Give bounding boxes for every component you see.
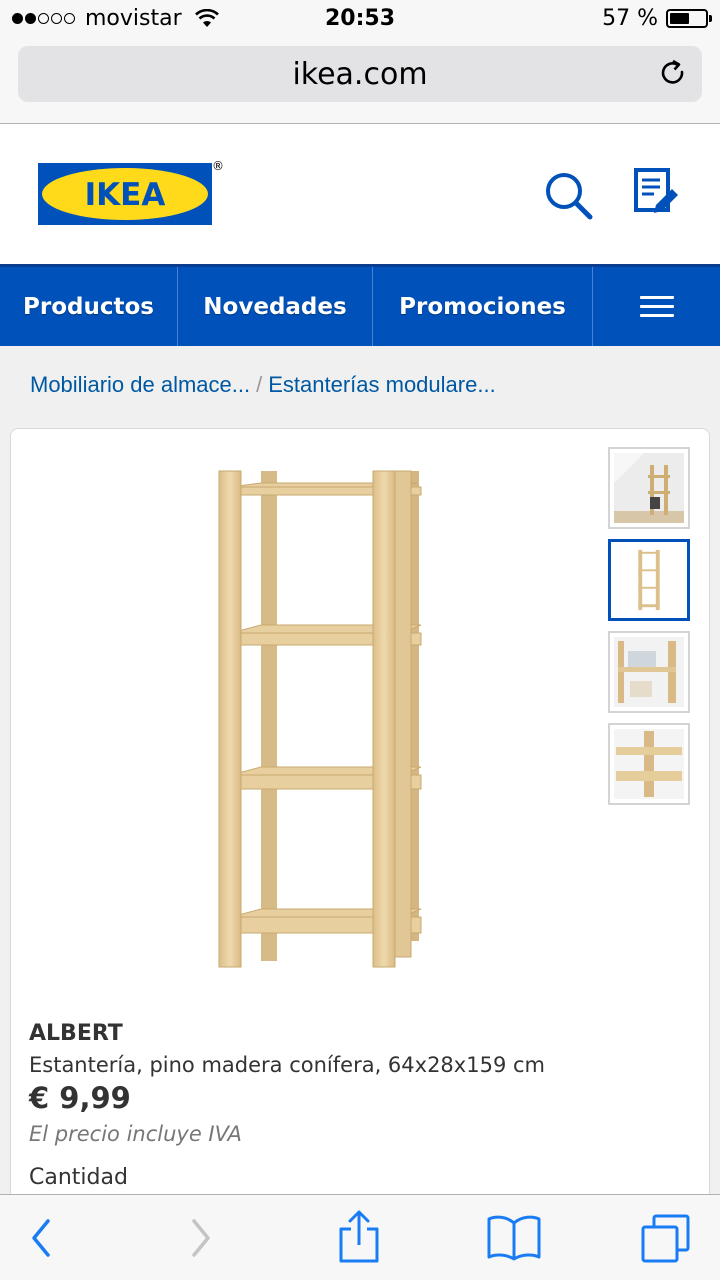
ikea-logo-text: IKEA <box>85 177 166 213</box>
thumbnail-product-image <box>615 546 683 614</box>
shopping-list-icon[interactable] <box>632 167 682 217</box>
back-icon[interactable] <box>26 1215 56 1261</box>
battery-info: 57 % <box>602 6 712 31</box>
thumbnail-detail[interactable] <box>608 631 690 713</box>
breadcrumb-link-shelving[interactable]: Estanterías modulare... <box>268 372 495 397</box>
search-icon[interactable] <box>542 169 596 223</box>
browser-toolbar <box>0 1194 720 1280</box>
hamburger-icon <box>639 290 674 323</box>
ikea-logo[interactable]: IKEA <box>38 163 212 225</box>
url-text[interactable]: ikea.com <box>18 57 702 92</box>
price-note: El precio incluye IVA <box>29 1122 242 1146</box>
menu-button[interactable] <box>593 267 720 346</box>
forward-icon[interactable] <box>186 1215 216 1261</box>
thumbnail-detail-image <box>614 637 684 707</box>
address-bar[interactable]: ikea.com <box>18 46 702 102</box>
thumbnail-product[interactable] <box>608 539 690 621</box>
bookmarks-icon[interactable] <box>486 1213 542 1261</box>
thumbnail-room-image <box>614 453 684 523</box>
battery-percent: 57 % <box>602 6 658 31</box>
browser-address-area: ikea.com <box>0 40 720 124</box>
thumbnail-closeup[interactable] <box>608 723 690 805</box>
product-description: Estantería, pino madera conífera, 64x28x… <box>29 1053 545 1077</box>
nav-item-promociones[interactable]: Promociones <box>373 267 593 346</box>
tabs-icon[interactable] <box>640 1213 692 1263</box>
screen: movistar 20:53 57 % ikea.com IKEA ® Prod… <box>0 0 720 1280</box>
site-header: IKEA ® <box>0 125 720 264</box>
share-icon[interactable] <box>336 1209 382 1265</box>
thumbnail-closeup-image <box>614 729 684 799</box>
registered-mark: ® <box>212 159 224 173</box>
product-name[interactable]: ALBERT <box>29 1021 123 1046</box>
product-main-image[interactable] <box>201 465 441 975</box>
main-navigation: Productos Novedades Promociones <box>0 264 720 346</box>
quantity-label: Cantidad <box>29 1165 128 1190</box>
thumbnail-room[interactable] <box>608 447 690 529</box>
breadcrumb: Mobiliario de almace... / Estanterías modu… <box>30 372 496 398</box>
nav-item-productos[interactable]: Productos <box>0 267 178 346</box>
breadcrumb-link-storage[interactable]: Mobiliario de almace... <box>30 372 250 397</box>
breadcrumb-separator: / <box>256 372 263 397</box>
product-price: € 9,99 <box>29 1081 131 1115</box>
nav-item-novedades[interactable]: Novedades <box>178 267 373 346</box>
status-bar: movistar 20:53 57 % <box>0 0 720 40</box>
reload-icon[interactable] <box>658 58 688 88</box>
battery-icon <box>666 9 712 28</box>
product-card: ALBERT Estantería, pino madera conífera,… <box>10 428 710 1218</box>
